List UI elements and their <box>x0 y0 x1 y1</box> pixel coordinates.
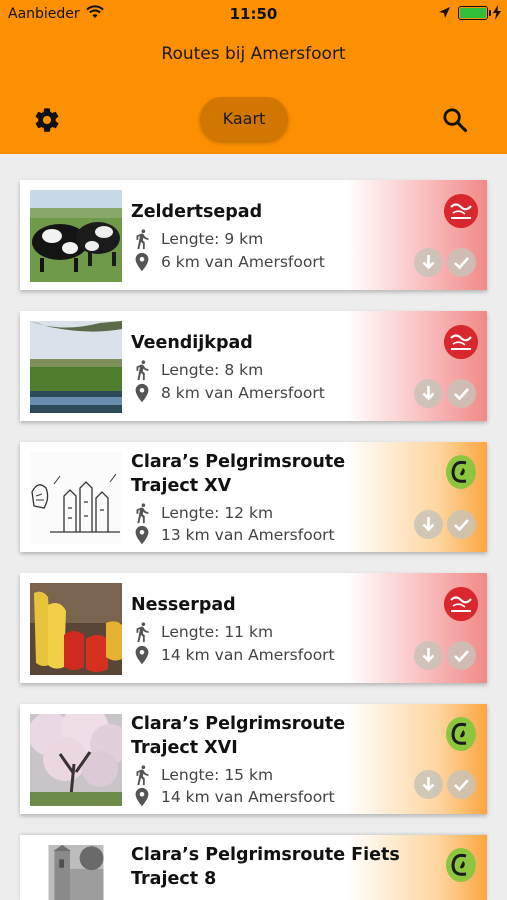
route-distance: 8 km van Amersfoort <box>161 384 325 402</box>
route-title: Zeldertsepad <box>131 202 263 222</box>
route-title: Clara’s Pelgrimsroute Fiets Traject 8 <box>131 845 400 889</box>
route-distance: 6 km van Amersfoort <box>161 253 325 271</box>
route-distance-row: 8 km van Amersfoort <box>131 382 325 404</box>
download-icon[interactable] <box>414 641 443 670</box>
battery-icon <box>458 6 488 20</box>
route-card[interactable]: Veendijkpad Lengte: 8 km 8 km van Amersf… <box>20 311 487 421</box>
route-title: Clara’s Pelgrimsroute Traject XV <box>131 452 346 496</box>
walking-icon <box>136 622 149 643</box>
location-pin-icon <box>135 525 149 545</box>
pelgrim-green-icon <box>446 455 476 489</box>
download-icon[interactable] <box>414 510 443 539</box>
route-length: Lengte: 12 km <box>161 504 274 522</box>
location-pin-icon <box>135 383 149 403</box>
checkmark-icon[interactable] <box>447 510 476 539</box>
app-header: Aanbieder 11:50 Routes bij Amersfoort Ka… <box>0 0 507 154</box>
route-title: Veendijkpad <box>131 333 253 353</box>
download-icon[interactable] <box>414 379 443 408</box>
route-length: Lengte: 15 km <box>161 766 274 784</box>
walking-icon <box>136 765 149 786</box>
search-icon[interactable] <box>441 106 469 134</box>
pelgrim-green-icon <box>446 848 476 882</box>
route-card[interactable]: Clara’s Pelgrimsroute Fiets Traject 8 <box>20 835 487 900</box>
gear-icon[interactable] <box>33 106 61 134</box>
route-length-row: Lengte: 11 km <box>131 621 273 643</box>
route-length: Lengte: 11 km <box>161 623 274 641</box>
route-card[interactable]: Clara’s Pelgrimsroute Traject XV Lengte:… <box>20 442 487 552</box>
charging-bolt-icon <box>493 5 501 20</box>
location-pin-icon <box>135 252 149 272</box>
route-length: Lengte: 9 km <box>161 230 264 248</box>
route-length: Lengte: 8 km <box>161 361 264 379</box>
route-distance: 14 km van Amersfoort <box>161 646 335 664</box>
battery-tip <box>489 10 491 16</box>
route-distance-row: 14 km van Amersfoort <box>131 786 335 808</box>
checkmark-icon[interactable] <box>447 641 476 670</box>
route-card[interactable]: Clara’s Pelgrimsroute Traject XVI Lengte… <box>20 704 487 814</box>
route-card[interactable]: Zeldertsepad Lengte: 9 km 6 km van Amers… <box>20 180 487 290</box>
page-title: Routes bij Amersfoort <box>161 44 346 64</box>
route-title: Nesserpad <box>131 595 236 615</box>
walking-icon <box>136 229 149 250</box>
route-distance-row: 14 km van Amersfoort <box>131 644 335 666</box>
checkmark-icon[interactable] <box>447 248 476 277</box>
route-thumbnail <box>48 845 104 900</box>
route-distance-row: 13 km van Amersfoort <box>131 524 335 546</box>
clock: 11:50 <box>229 5 278 23</box>
walking-icon <box>136 360 149 381</box>
location-pin-icon <box>135 787 149 807</box>
route-thumbnail <box>30 583 122 675</box>
download-icon[interactable] <box>414 248 443 277</box>
download-icon[interactable] <box>414 770 443 799</box>
walking-icon <box>136 503 149 524</box>
route-length-row: Lengte: 12 km <box>131 502 273 524</box>
status-bar: Aanbieder 11:50 <box>0 0 507 28</box>
route-distance: 13 km van Amersfoort <box>161 526 335 544</box>
route-thumbnail <box>30 190 122 282</box>
checkmark-icon[interactable] <box>447 770 476 799</box>
route-length-row: Lengte: 8 km <box>131 359 263 381</box>
route-thumbnail <box>30 452 122 544</box>
map-button[interactable]: Kaart <box>200 97 288 141</box>
location-arrow-icon <box>439 7 450 18</box>
wandelnetwerk-red-icon <box>444 194 478 228</box>
wandelnetwerk-red-icon <box>444 325 478 359</box>
route-length-row: Lengte: 9 km <box>131 228 263 250</box>
route-distance: 14 km van Amersfoort <box>161 788 335 806</box>
wandelnetwerk-red-icon <box>444 587 478 621</box>
pelgrim-green-icon <box>446 717 476 751</box>
route-thumbnail <box>30 714 122 806</box>
route-length-row: Lengte: 15 km <box>131 764 273 786</box>
route-distance-row: 6 km van Amersfoort <box>131 251 325 273</box>
route-thumbnail <box>30 321 122 413</box>
route-card[interactable]: Nesserpad Lengte: 11 km 14 km van Amersf… <box>20 573 487 683</box>
location-pin-icon <box>135 645 149 665</box>
route-title: Clara’s Pelgrimsroute Traject XVI <box>131 714 346 758</box>
checkmark-icon[interactable] <box>447 379 476 408</box>
